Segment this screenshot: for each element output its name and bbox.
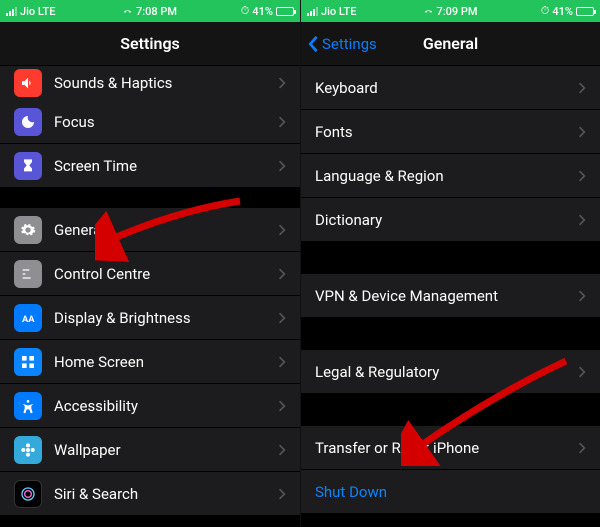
row-label: Fonts (315, 123, 353, 141)
back-label: Settings (322, 35, 377, 53)
row-home-screen[interactable]: Home Screen (0, 340, 300, 384)
svg-text:AA: AA (22, 314, 35, 325)
row-display-brightness[interactable]: AA Display & Brightness (0, 296, 300, 340)
row-legal[interactable]: Legal & Regulatory (301, 350, 600, 394)
chevron-right-icon (278, 77, 286, 89)
row-label: Home Screen (54, 353, 144, 371)
row-screen-time[interactable]: Screen Time (0, 144, 300, 188)
row-label: Shut Down (315, 483, 387, 501)
row-general[interactable]: General (0, 208, 300, 252)
row-label: Control Centre (54, 265, 150, 283)
chevron-right-icon (578, 170, 586, 182)
status-time: 7:08 PM (136, 5, 177, 18)
row-vpn[interactable]: VPN & Device Management (301, 274, 600, 318)
flower-icon (14, 436, 42, 464)
row-control-centre[interactable]: Control Centre (0, 252, 300, 296)
status-bar: Jio LTE 7:08 PM ⏱ 41% (0, 0, 300, 22)
chevron-right-icon (278, 224, 286, 236)
chevron-right-icon (278, 356, 286, 368)
status-time: 7:09 PM (436, 5, 477, 18)
row-label: Legal & Regulatory (315, 363, 439, 381)
row-language-region[interactable]: Language & Region (301, 154, 600, 198)
chevron-right-icon (278, 268, 286, 280)
chevron-right-icon (278, 160, 286, 172)
row-label: Accessibility (54, 397, 138, 415)
row-label: Screen Time (54, 157, 137, 175)
chevron-right-icon (578, 290, 586, 302)
page-title: General (423, 34, 478, 53)
row-shut-down[interactable]: Shut Down (301, 470, 600, 514)
settings-list[interactable]: Sounds & Haptics Focus Screen Time Gener… (0, 66, 300, 527)
battery-percent: 41% (552, 5, 573, 18)
battery-icon (576, 7, 594, 16)
chevron-right-icon (578, 366, 586, 378)
row-dictionary[interactable]: Dictionary (301, 198, 600, 242)
accessibility-icon (14, 392, 42, 420)
call-icon (123, 7, 132, 16)
call-icon (423, 7, 432, 16)
chevron-right-icon (578, 214, 586, 226)
chevron-right-icon (578, 442, 586, 454)
chevron-left-icon (307, 35, 319, 53)
row-sounds-haptics[interactable]: Sounds & Haptics (0, 66, 300, 100)
row-transfer-reset[interactable]: Transfer or Reset iPhone (301, 426, 600, 470)
battery-percent: 41% (252, 5, 273, 18)
row-keyboard[interactable]: Keyboard (301, 66, 600, 110)
row-label: Siri & Search (54, 485, 138, 503)
chevron-right-icon (278, 116, 286, 128)
row-label: VPN & Device Management (315, 287, 498, 305)
alarm-icon: ⏱ (241, 4, 250, 18)
row-wallpaper[interactable]: Wallpaper (0, 428, 300, 472)
speaker-icon (14, 69, 42, 97)
row-fonts[interactable]: Fonts (301, 110, 600, 154)
row-label: Sounds & Haptics (54, 74, 172, 92)
row-label: Display & Brightness (54, 309, 191, 327)
grid-icon (14, 348, 42, 376)
gear-icon (14, 216, 42, 244)
carrier-label: Jio LTE (321, 5, 356, 18)
siri-icon (14, 480, 42, 508)
status-bar: Jio LTE 7:09 PM ⏱ 41% (301, 0, 600, 22)
back-button[interactable]: Settings (307, 35, 377, 53)
hourglass-icon (14, 152, 42, 180)
alarm-icon: ⏱ (541, 4, 550, 18)
row-siri-search[interactable]: Siri & Search (0, 472, 300, 516)
chevron-right-icon (278, 312, 286, 324)
row-label: Dictionary (315, 211, 382, 229)
nav-bar: Settings (0, 22, 300, 66)
nav-bar: Settings General (301, 22, 600, 66)
chevron-right-icon (278, 444, 286, 456)
row-label: Wallpaper (54, 441, 121, 459)
phone-settings: Jio LTE 7:08 PM ⏱ 41% Settings Sounds & … (0, 0, 300, 527)
text-size-icon: AA (14, 304, 42, 332)
signal-icon (307, 7, 318, 16)
row-label: General (54, 221, 105, 239)
sliders-icon (14, 260, 42, 288)
chevron-right-icon (278, 400, 286, 412)
row-label: Focus (54, 113, 95, 131)
signal-icon (6, 7, 17, 16)
battery-icon (276, 7, 294, 16)
row-label: Keyboard (315, 79, 378, 97)
chevron-right-icon (578, 126, 586, 138)
chevron-right-icon (578, 82, 586, 94)
carrier-label: Jio LTE (20, 5, 55, 18)
phone-general: Jio LTE 7:09 PM ⏱ 41% Settings General K… (300, 0, 600, 527)
chevron-right-icon (278, 488, 286, 500)
row-label: Language & Region (315, 167, 444, 185)
general-list[interactable]: Keyboard Fonts Language & Region Diction… (301, 66, 600, 527)
row-label: Transfer or Reset iPhone (315, 439, 479, 457)
row-focus[interactable]: Focus (0, 100, 300, 144)
row-accessibility[interactable]: Accessibility (0, 384, 300, 428)
moon-icon (14, 108, 42, 136)
page-title: Settings (120, 34, 180, 53)
